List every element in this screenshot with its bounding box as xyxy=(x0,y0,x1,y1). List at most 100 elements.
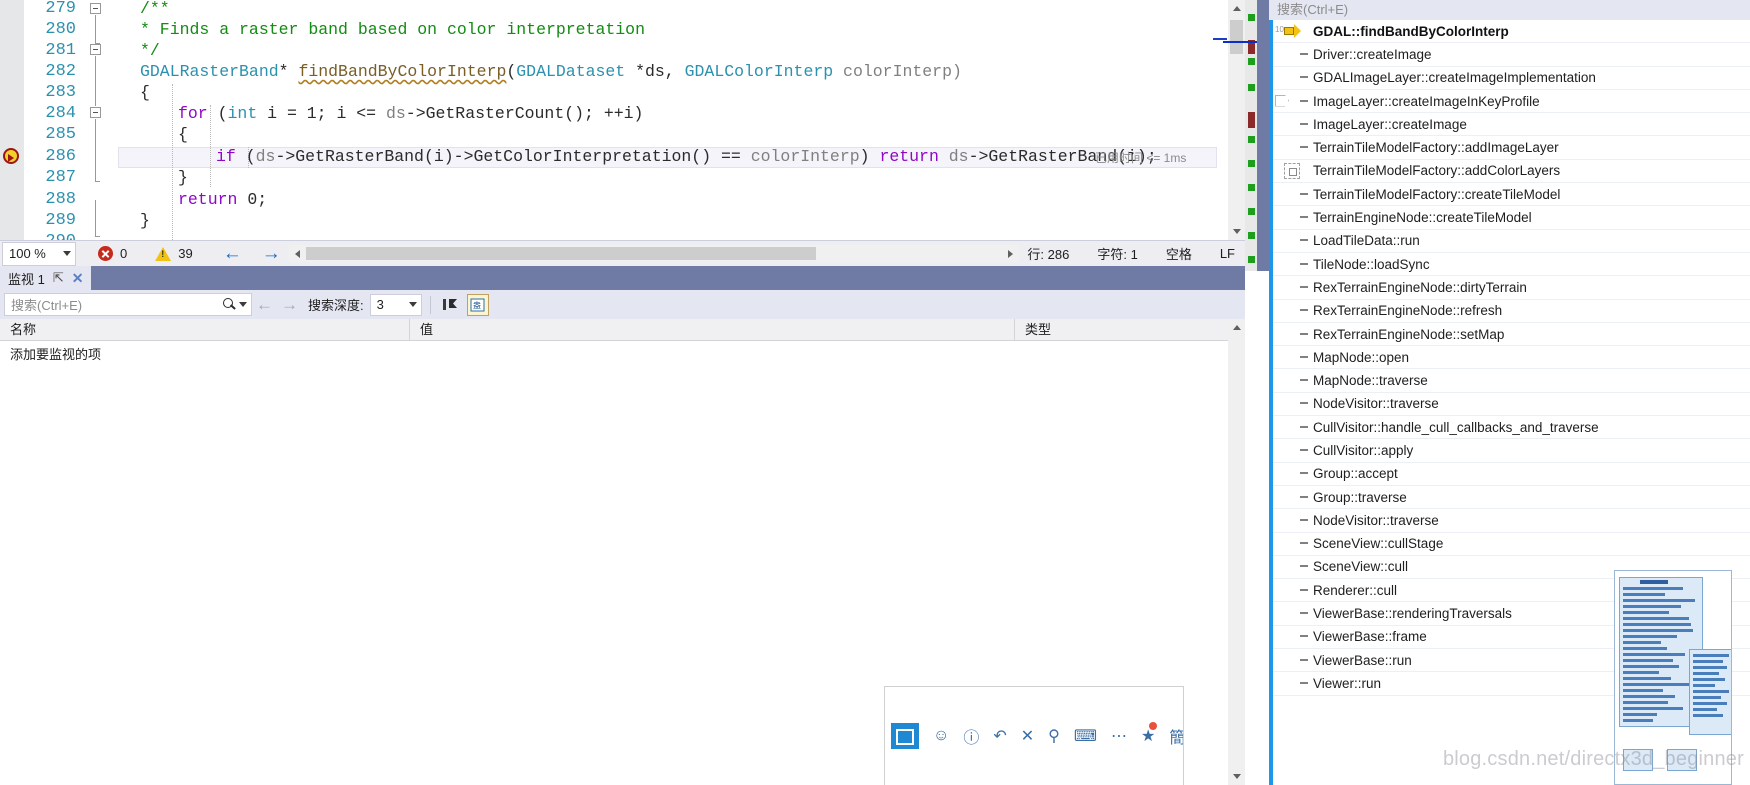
frame-icon-cell xyxy=(1273,509,1311,532)
frame-label: Driver::createImage xyxy=(1313,46,1432,62)
horizontal-scroll-thumb[interactable] xyxy=(305,247,816,260)
call-stack-row[interactable]: TerrainTileModelFactory::createTileModel xyxy=(1273,183,1750,207)
chevron-down-icon[interactable] xyxy=(239,302,247,307)
current-statement-marker[interactable] xyxy=(3,148,19,164)
editor-status-bar: 100 % 0 39 ← → 行: 286 字符: 1 空格 LF xyxy=(0,240,1245,266)
pin-filter-button[interactable] xyxy=(439,294,461,316)
hex-display-button[interactable]: 盎 xyxy=(466,293,489,316)
call-stack-row[interactable]: Group::traverse xyxy=(1273,486,1750,510)
app-logo-icon[interactable] xyxy=(891,723,919,749)
navigate-back-icon[interactable]: ← xyxy=(223,244,242,263)
line-ending-indicator[interactable]: LF xyxy=(1220,246,1235,261)
call-stack-row[interactable]: MapNode::traverse xyxy=(1273,369,1750,393)
scroll-right-arrow-icon[interactable] xyxy=(1002,245,1019,262)
ellipsis-icon[interactable]: ⋯ xyxy=(1111,726,1127,746)
help-icon[interactable]: ⓘ xyxy=(963,724,979,748)
chevron-down-icon[interactable] xyxy=(408,302,417,307)
toolbar-divider xyxy=(429,295,431,314)
call-stack-row[interactable]: CullVisitor::apply xyxy=(1273,439,1750,463)
call-stack-row[interactable]: TerrainEngineNode::createTileModel xyxy=(1273,206,1750,230)
code-folding-column[interactable] xyxy=(88,0,110,240)
error-count-indicator[interactable]: 0 xyxy=(98,246,127,261)
frame-icon-cell xyxy=(1273,206,1311,229)
scroll-down-arrow-icon[interactable] xyxy=(1228,223,1245,240)
breakpoint-gutter[interactable] xyxy=(0,0,24,240)
chevron-down-icon[interactable] xyxy=(63,251,71,256)
call-stack-row[interactable]: CullVisitor::handle_cull_callbacks_and_t… xyxy=(1273,416,1750,440)
keyboard-icon[interactable]: ⌨ xyxy=(1074,726,1097,746)
call-stack-row[interactable]: TerrainTileModelFactory::addImageLayer xyxy=(1273,136,1750,160)
person-icon[interactable]: ☺ xyxy=(933,727,949,745)
code-token: { xyxy=(178,125,188,144)
call-stack-row[interactable]: MapNode::open xyxy=(1273,346,1750,370)
line-number: 283 xyxy=(45,83,76,102)
warning-icon xyxy=(155,246,172,261)
code-token: ( xyxy=(207,104,228,123)
search-prev-icon[interactable]: ← xyxy=(256,295,273,315)
editor-vertical-scroll-thumb[interactable] xyxy=(1230,20,1243,54)
call-stack-row[interactable]: Group::accept xyxy=(1273,463,1750,486)
close-icon[interactable]: ✕ xyxy=(72,270,84,287)
call-stack-row[interactable]: LoadTileData::run xyxy=(1273,230,1750,253)
call-stack-row[interactable]: ImageLayer::createImage xyxy=(1273,113,1750,137)
floating-toolbar[interactable]: ☺ ⓘ ↶ ✕ ⚲ ⌨ ⋯ ★ 簡 ❄ xyxy=(884,686,1184,785)
editor-horizontal-scrollbar[interactable] xyxy=(288,245,1020,262)
thumbnail-preview[interactable] xyxy=(1614,570,1732,785)
call-stack-row[interactable]: RexTerrainEngineNode::refresh xyxy=(1273,300,1750,323)
call-stack-row[interactable]: RexTerrainEngineNode::dirtyTerrain xyxy=(1273,276,1750,300)
code-token: *ds, xyxy=(625,62,685,81)
watch-add-item-row[interactable]: 添加要监视的项 xyxy=(10,344,101,363)
notification-icon[interactable]: ★ xyxy=(1141,722,1158,746)
column-header-type[interactable]: 类型 xyxy=(1015,319,1228,341)
caret-line-indicator: 行: 286 xyxy=(1027,247,1070,262)
search-depth-selector[interactable]: 3 xyxy=(369,293,422,316)
indentation-indicator[interactable]: 空格 xyxy=(1166,244,1192,263)
code-text-area[interactable]: /** * Finds a raster band based on color… xyxy=(112,0,1245,240)
column-header-value[interactable]: 值 xyxy=(410,319,1015,341)
search-icon[interactable] xyxy=(223,298,236,311)
search-next-icon[interactable]: → xyxy=(281,295,298,315)
pane-splitter[interactable] xyxy=(1257,0,1269,271)
call-stack-row[interactable]: 10 GDAL::findBandByColorInterp xyxy=(1273,20,1750,44)
code-token: } xyxy=(140,211,150,230)
close-icon[interactable]: ✕ xyxy=(1021,726,1034,746)
editor-minimap-markers[interactable] xyxy=(1223,0,1257,271)
line-number: 289 xyxy=(45,211,76,230)
zoom-level-selector[interactable]: 100 % xyxy=(2,241,76,266)
frame-label: ViewerBase::renderingTraversals xyxy=(1313,606,1512,622)
column-header-name[interactable]: 名称 xyxy=(0,319,410,341)
scroll-up-arrow-icon[interactable] xyxy=(1228,0,1245,17)
scroll-up-arrow-icon[interactable] xyxy=(1228,319,1245,336)
fold-toggle-icon[interactable] xyxy=(90,44,101,55)
call-stack-row[interactable]: GDALImageLayer::createImageImplementatio… xyxy=(1273,67,1750,90)
call-stack-row[interactable]: SceneView::cullStage xyxy=(1273,533,1750,556)
call-stack-row[interactable]: TerrainTileModelFactory::addColorLayers xyxy=(1273,160,1750,184)
line-number: 282 xyxy=(45,62,76,81)
frame-label: ViewerBase::run xyxy=(1313,652,1412,668)
search-icon[interactable]: ⚲ xyxy=(1048,726,1060,746)
watch-search-input[interactable]: 搜索(Ctrl+E) xyxy=(4,293,252,316)
watch-vertical-scrollbar[interactable] xyxy=(1228,319,1245,785)
code-line-288: return 0; xyxy=(178,189,267,210)
fold-toggle-icon[interactable] xyxy=(90,3,101,14)
editor-scrollbar-track[interactable] xyxy=(1213,0,1245,240)
undo-icon[interactable]: ↶ xyxy=(993,726,1006,746)
warning-count-indicator[interactable]: 39 xyxy=(155,246,193,261)
scroll-down-arrow-icon[interactable] xyxy=(1228,768,1245,785)
watch-tab-strip: 监视 1 ⇱ ✕ xyxy=(0,266,1245,290)
pin-icon[interactable]: ⇱ xyxy=(53,270,64,286)
call-stack-row[interactable]: Driver::createImage xyxy=(1273,43,1750,67)
navigate-forward-icon[interactable]: → xyxy=(262,244,281,263)
frame-label: Group::accept xyxy=(1313,466,1398,482)
call-stack-row[interactable]: NodeVisitor::traverse xyxy=(1273,393,1750,417)
call-stack-row[interactable]: NodeVisitor::traverse xyxy=(1273,509,1750,533)
call-stack-search-input[interactable]: 搜索(Ctrl+E) xyxy=(1269,0,1750,20)
scroll-left-arrow-icon[interactable] xyxy=(289,245,306,262)
call-stack-row[interactable]: RexTerrainEngineNode::setMap xyxy=(1273,323,1750,347)
call-stack-row[interactable]: TileNode::loadSync xyxy=(1273,253,1750,277)
fold-toggle-icon[interactable] xyxy=(90,107,101,118)
frame-icon-cell xyxy=(1273,253,1311,276)
call-stack-row[interactable]: ImageLayer::createImageInKeyProfile xyxy=(1273,90,1750,114)
menu-icon[interactable]: 簡 xyxy=(1169,724,1183,748)
tab-watch-1[interactable]: 监视 1 ⇱ ✕ xyxy=(0,266,92,290)
